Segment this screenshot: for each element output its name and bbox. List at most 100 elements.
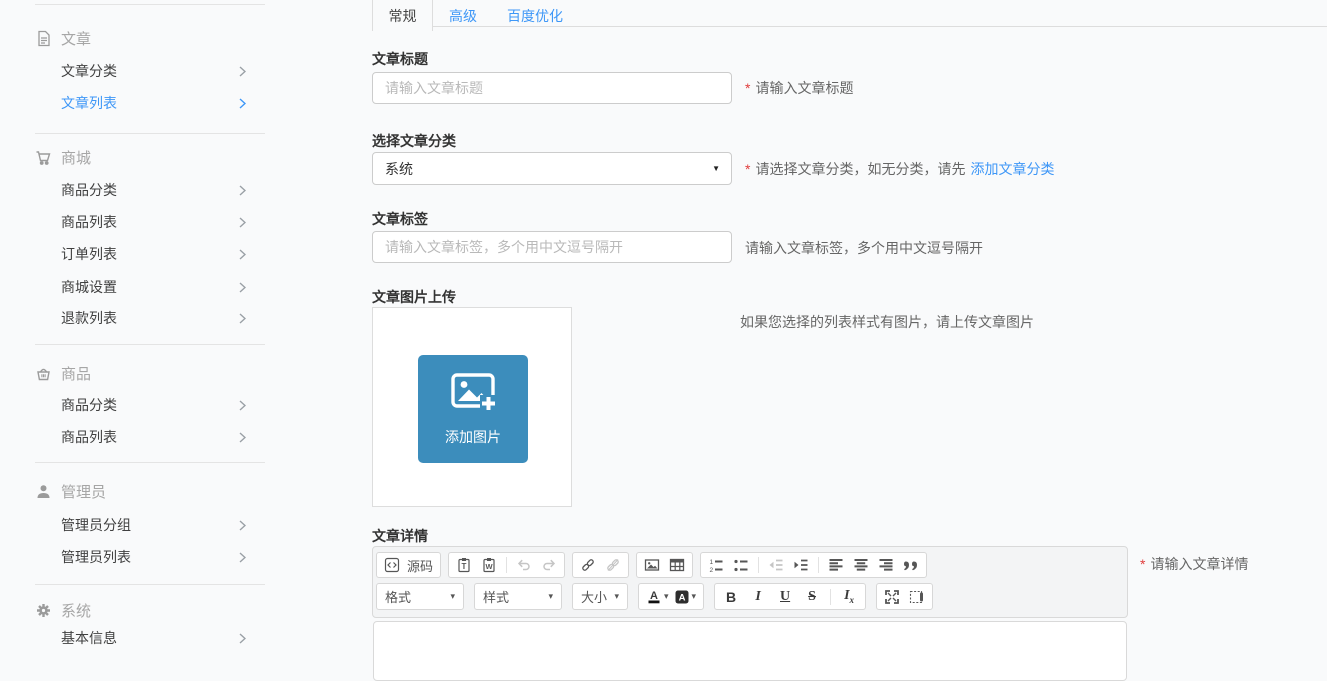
sidebar-item-admin-groups[interactable]: 管理员分组 — [35, 514, 265, 536]
add-image-button-label: 添加图片 — [418, 427, 528, 447]
add-image-button[interactable]: 添加图片 — [418, 355, 528, 463]
combo-label: 大小 — [581, 587, 607, 606]
sidebar-group-mall[interactable]: 商城 — [35, 146, 265, 168]
bulleted-list-icon[interactable] — [733, 557, 749, 573]
required-star: * — [745, 161, 750, 177]
sidebar-item-label: 文章列表 — [61, 93, 117, 113]
sidebar-item-basic-info[interactable]: 基本信息 — [35, 627, 265, 649]
italic-button[interactable]: I — [749, 589, 767, 605]
article-tags-note: 请输入文章标签，多个用中文逗号隔开 — [745, 240, 983, 256]
show-blocks-icon[interactable] — [909, 589, 925, 605]
combo-arrow-icon: ▾ — [450, 591, 455, 602]
sidebar-group-system[interactable]: 系统 — [35, 599, 265, 621]
toolbar-group-insert — [636, 552, 693, 578]
editor-toolbar: 源码 T W — [372, 546, 1128, 618]
divider — [35, 344, 265, 345]
outdent-icon[interactable] — [768, 557, 784, 573]
background-color-icon: A — [674, 589, 690, 605]
chevron-right-icon — [239, 98, 246, 109]
redo-icon[interactable] — [541, 557, 557, 573]
align-center-icon[interactable] — [853, 557, 869, 573]
basket-icon — [35, 365, 52, 382]
paste-text-icon[interactable]: T — [456, 557, 472, 573]
underline-button[interactable]: U — [776, 589, 794, 605]
sidebar-item-label: 订单列表 — [61, 244, 117, 264]
article-category-note: *请选择文章分类，如无分类，请先添加文章分类 — [745, 161, 1054, 177]
sidebar-item-goods-category[interactable]: 商品分类 — [35, 179, 265, 201]
sidebar-item-mall-settings[interactable]: 商城设置 — [35, 276, 265, 298]
link-icon[interactable] — [580, 557, 596, 573]
paste-word-icon[interactable]: W — [481, 557, 497, 573]
sidebar-item-label: 商品列表 — [61, 212, 117, 232]
insert-image-icon[interactable] — [644, 557, 660, 573]
divider — [35, 133, 265, 134]
insert-table-icon[interactable] — [669, 557, 685, 573]
select-arrow-icon: ▼ — [712, 164, 720, 173]
background-color-button[interactable]: A ▾ — [674, 589, 697, 605]
bold-button[interactable]: B — [722, 589, 740, 605]
source-button-label[interactable]: 源码 — [407, 556, 433, 575]
text-color-icon: A — [646, 589, 662, 605]
tab-general[interactable]: 常规 — [372, 0, 433, 31]
svg-text:W: W — [485, 562, 493, 571]
sidebar-item-label: 商城设置 — [61, 277, 117, 297]
sidebar-item-article-list[interactable]: 文章列表 — [35, 92, 265, 114]
sidebar-item-article-category[interactable]: 文章分类 — [35, 60, 265, 82]
sidebar-item-goods-list[interactable]: 商品列表 — [35, 211, 265, 233]
article-image-note: 如果您选择的列表样式有图片，请上传文章图片 — [740, 314, 1034, 330]
text-color-button[interactable]: A ▾ — [646, 589, 669, 605]
format-combo[interactable]: 格式 ▾ — [376, 583, 464, 610]
sidebar-item-order-list[interactable]: 订单列表 — [35, 243, 265, 265]
add-category-link[interactable]: 添加文章分类 — [970, 161, 1054, 177]
article-title-input[interactable] — [372, 72, 732, 104]
chevron-right-icon — [239, 185, 246, 196]
sidebar-group-articles[interactable]: 文章 — [35, 27, 265, 49]
sidebar-item-label: 管理员列表 — [61, 547, 131, 567]
divider — [35, 462, 265, 463]
toolbar-group-source: 源码 — [376, 552, 441, 578]
sidebar-item-product-list[interactable]: 商品列表 — [35, 426, 265, 448]
sidebar-item-label: 商品列表 — [61, 427, 117, 447]
sidebar-group-products[interactable]: 商品 — [35, 362, 265, 384]
sidebar-item-label: 退款列表 — [61, 308, 117, 328]
indent-icon[interactable] — [793, 557, 809, 573]
tab-baidu-seo[interactable]: 百度优化 — [507, 6, 563, 26]
chevron-right-icon — [239, 520, 246, 531]
chevron-right-icon — [239, 633, 246, 644]
combo-arrow-icon: ▾ — [664, 591, 669, 602]
strikethrough-button[interactable]: S — [803, 589, 821, 605]
sidebar-item-product-category[interactable]: 商品分类 — [35, 394, 265, 416]
align-right-icon[interactable] — [878, 557, 894, 573]
article-category-select[interactable]: 系统 ▼ — [372, 152, 732, 185]
size-combo[interactable]: 大小 ▾ — [572, 583, 628, 610]
chevron-right-icon — [239, 217, 246, 228]
tab-bar: 常规 高级 百度优化 — [372, 0, 1327, 27]
undo-icon[interactable] — [516, 557, 532, 573]
required-star: * — [745, 80, 750, 96]
chevron-right-icon — [239, 66, 246, 77]
numbered-list-icon[interactable]: 12 — [708, 557, 724, 573]
unlink-icon[interactable] — [605, 557, 621, 573]
combo-arrow-icon: ▾ — [692, 591, 697, 602]
article-tags-input[interactable] — [372, 231, 732, 263]
combo-arrow-icon: ▾ — [548, 591, 553, 602]
maximize-icon[interactable] — [884, 589, 900, 605]
editor-content-area[interactable] — [373, 621, 1127, 681]
gear-icon — [35, 602, 52, 619]
toolbar-separator — [758, 557, 759, 573]
sidebar-item-label: 文章分类 — [61, 61, 117, 81]
styles-combo[interactable]: 样式 ▾ — [474, 583, 562, 610]
editor-toolbar-row-1: 源码 T W — [376, 552, 1127, 578]
align-left-icon[interactable] — [828, 557, 844, 573]
source-code-icon[interactable] — [384, 557, 400, 573]
sidebar-item-refund-list[interactable]: 退款列表 — [35, 307, 265, 329]
blockquote-icon[interactable] — [903, 557, 919, 573]
tab-advanced[interactable]: 高级 — [449, 6, 477, 26]
sidebar-group-label: 文章 — [61, 28, 91, 49]
required-star: * — [1140, 556, 1145, 572]
sidebar-group-admin[interactable]: 管理员 — [35, 480, 265, 502]
remove-format-button[interactable]: Ix — [840, 588, 858, 605]
sidebar-group-label: 商城 — [61, 147, 91, 168]
sidebar-item-admin-list[interactable]: 管理员列表 — [35, 546, 265, 568]
toolbar-separator — [818, 557, 819, 573]
